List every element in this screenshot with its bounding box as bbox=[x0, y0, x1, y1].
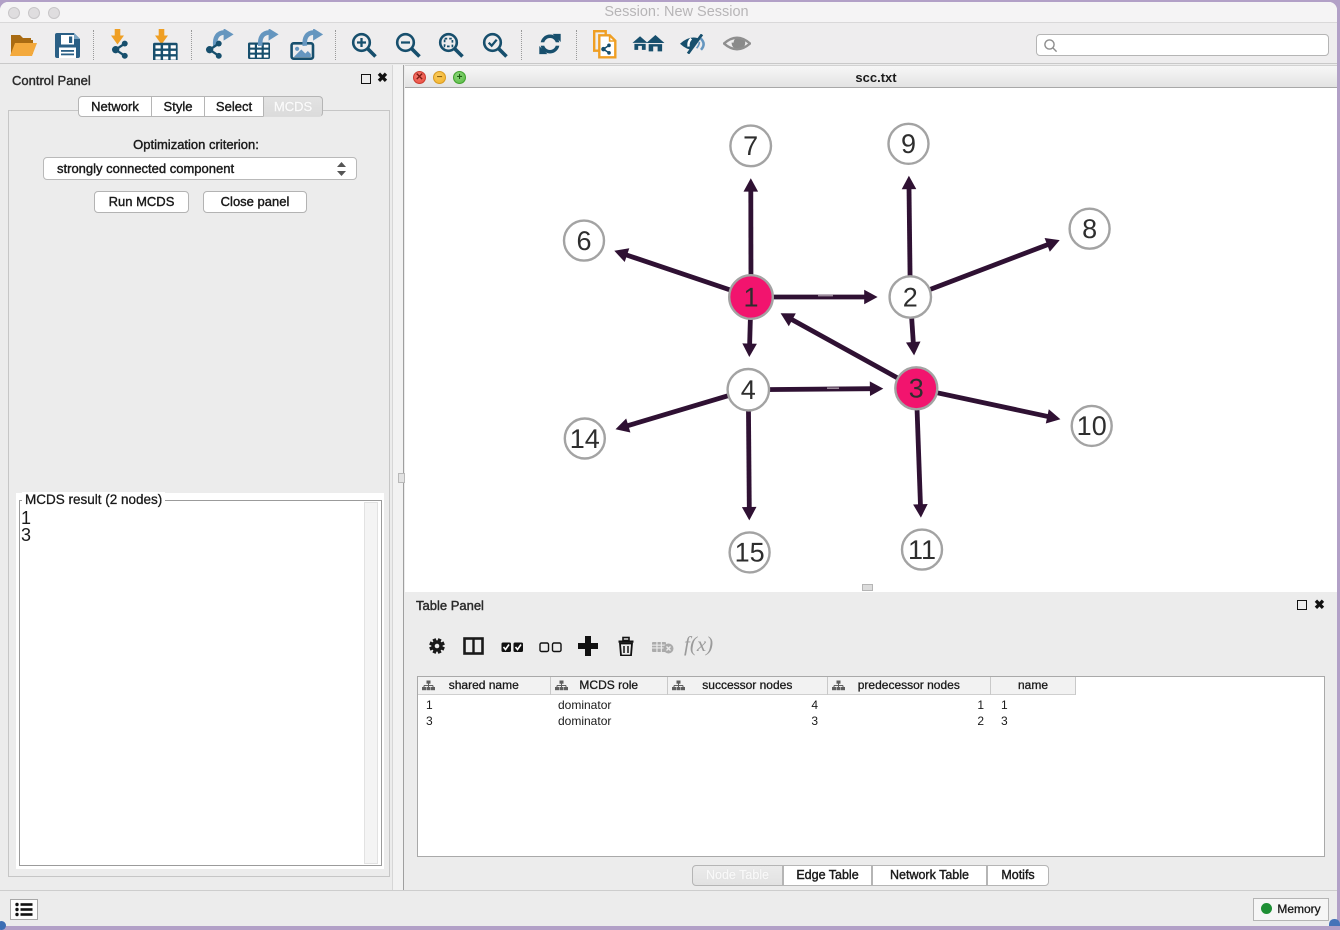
svg-text:2: 2 bbox=[903, 282, 918, 312]
svg-text:15: 15 bbox=[735, 538, 765, 568]
svg-text:11: 11 bbox=[908, 535, 936, 565]
svg-text:8: 8 bbox=[1082, 214, 1097, 244]
svg-text:1: 1 bbox=[743, 282, 758, 312]
svg-text:9: 9 bbox=[901, 129, 916, 159]
svg-text:4: 4 bbox=[741, 375, 756, 405]
svg-text:14: 14 bbox=[570, 424, 600, 454]
svg-text:6: 6 bbox=[576, 226, 591, 256]
svg-text:3: 3 bbox=[909, 374, 924, 404]
svg-text:7: 7 bbox=[743, 131, 758, 161]
svg-text:10: 10 bbox=[1077, 411, 1107, 441]
